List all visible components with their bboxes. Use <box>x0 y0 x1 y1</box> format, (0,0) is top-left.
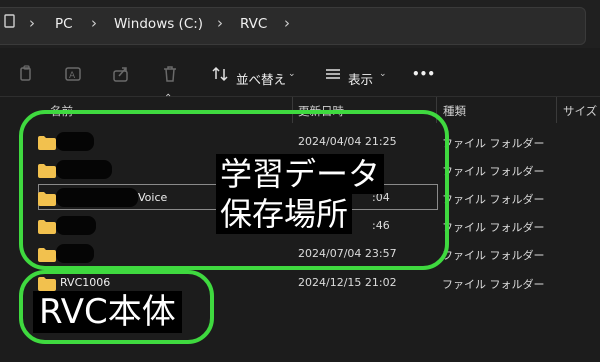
training-data-label-line2: 保存場所 <box>216 194 353 234</box>
row-type: ファイル フォルダー <box>442 137 545 150</box>
breadcrumb-pc[interactable]: PC <box>55 16 73 32</box>
chevron-right-icon: › <box>217 14 223 32</box>
chevron-down-icon: ⌄ <box>288 69 296 79</box>
share-icon[interactable] <box>111 64 131 84</box>
row-type: ファイル フォルダー <box>442 249 545 262</box>
delete-icon[interactable] <box>160 64 180 84</box>
breadcrumb-drive[interactable]: Windows (C:) <box>114 16 203 32</box>
sort-icon[interactable] <box>210 64 230 84</box>
address-bar: › PC › Windows (C:) › RVC › <box>0 0 600 48</box>
column-header-size[interactable]: サイズ <box>563 103 597 119</box>
row-type: ファイル フォルダー <box>442 278 545 291</box>
svg-text:A: A <box>69 71 76 81</box>
row-type: ファイル フォルダー <box>442 221 545 234</box>
training-data-label-line1: 学習データ <box>216 154 385 194</box>
row-type: ファイル フォルダー <box>442 165 545 178</box>
column-header-type[interactable]: 種類 <box>443 103 466 119</box>
chevron-down-icon: ⌄ <box>379 69 387 79</box>
row-date: 2024/12/15 21:02 <box>298 276 397 289</box>
copy-icon[interactable] <box>16 64 36 84</box>
breadcrumb-rvc[interactable]: RVC <box>240 16 267 32</box>
sort-button[interactable]: 並べ替え <box>236 69 286 88</box>
sort-indicator-icon: ⌃ <box>164 93 173 104</box>
address-field[interactable] <box>0 7 586 45</box>
pc-icon <box>4 14 16 34</box>
command-bar: A 並べ替え ⌄ 表示 ⌄ ••• <box>0 52 600 96</box>
view-button[interactable]: 表示 <box>348 69 373 88</box>
rename-icon[interactable]: A <box>63 64 83 84</box>
chevron-right-icon: › <box>91 14 97 32</box>
view-icon[interactable] <box>323 64 343 84</box>
rvc-main-label: RVC本体 <box>33 291 182 333</box>
chevron-right-icon[interactable]: › <box>284 14 290 32</box>
row-type: ファイル フォルダー <box>442 193 545 206</box>
column-divider[interactable] <box>556 97 557 123</box>
more-options-button[interactable]: ••• <box>412 67 435 81</box>
chevron-right-icon: › <box>29 14 35 32</box>
